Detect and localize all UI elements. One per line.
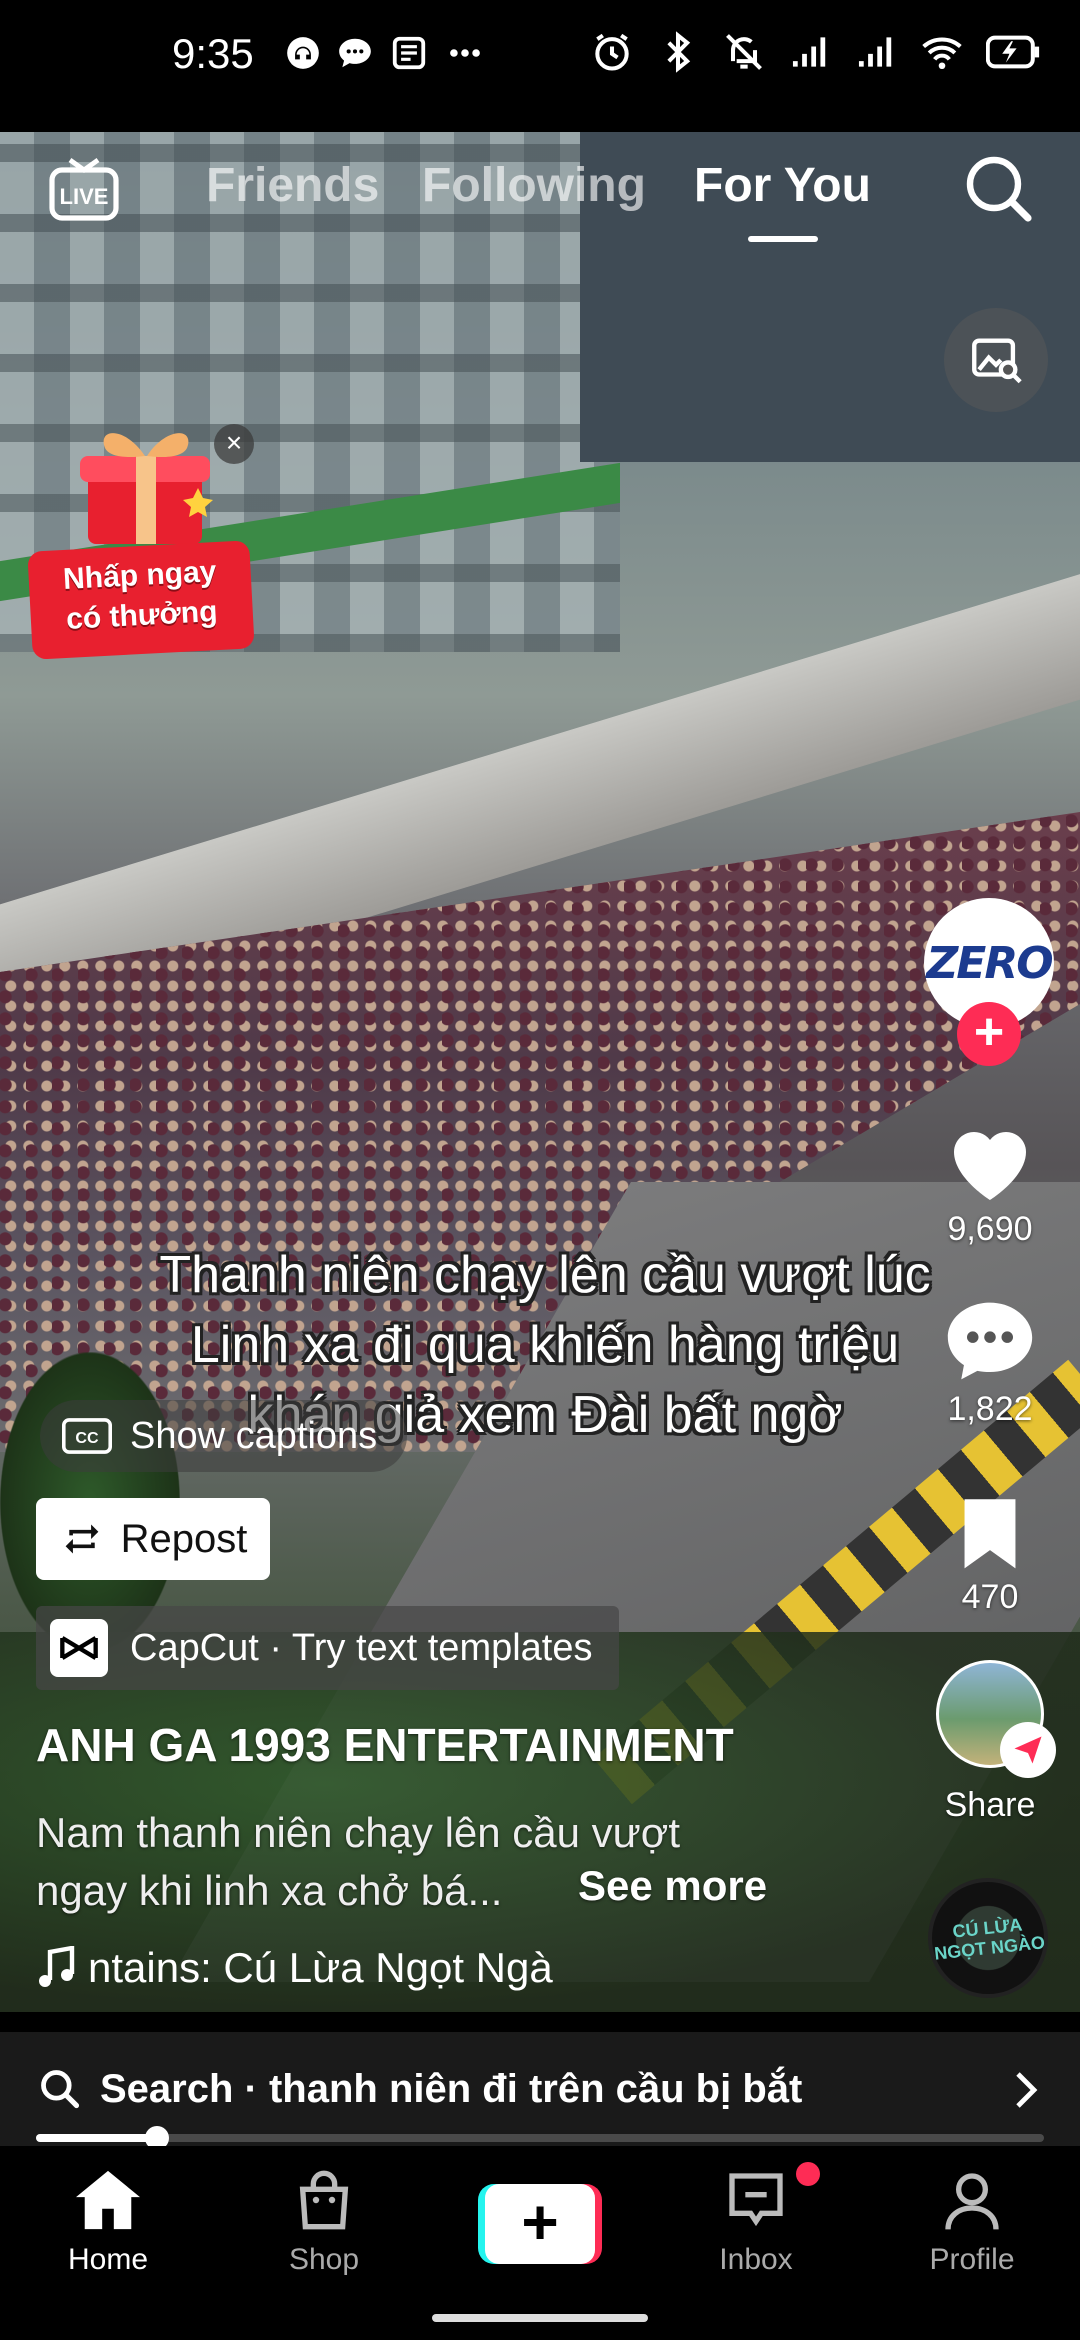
- music-disc-line2: NGỌT NGÀO: [932, 1932, 1046, 1964]
- music-disc[interactable]: CÚ LỪA NGỌT NGÀO: [928, 1878, 1048, 1998]
- status-bar: 9:35: [0, 0, 1080, 132]
- comment-count: 1,822: [947, 1390, 1033, 1428]
- music-note-icon: [39, 1946, 75, 1987]
- tab-for-you[interactable]: For You: [694, 158, 871, 213]
- video-progress-fill: [36, 2134, 157, 2142]
- bottom-nav: Home Shop + Inbox Profile: [0, 2146, 1080, 2340]
- sound-label: ntains: Cú Lừa Ngọt Ngà: [88, 1944, 553, 1991]
- capcut-template-link[interactable]: CapCut · Try text templates: [36, 1606, 619, 1690]
- signal-icon: [858, 37, 892, 67]
- battery-charging-icon: [986, 35, 1040, 69]
- share-label-wrap[interactable]: Share: [924, 1780, 1056, 1825]
- nav-home-label: Home: [67, 2243, 149, 2276]
- save-count: 470: [961, 1578, 1019, 1616]
- share-label: Share: [944, 1786, 1036, 1824]
- bookmark-icon: [964, 1499, 1016, 1569]
- sound-link[interactable]: ntains: Cú Lừa Ngọt Ngà: [36, 1944, 553, 1992]
- follow-button[interactable]: +: [957, 1002, 1021, 1066]
- tab-friends[interactable]: Friends: [206, 158, 379, 213]
- news-icon: [392, 36, 426, 70]
- nav-profile-label: Profile: [929, 2243, 1015, 2276]
- search-small-icon: [41, 2070, 80, 2109]
- show-captions-button[interactable]: CC Show captions: [40, 1400, 408, 1472]
- save-button[interactable]: 470: [924, 1492, 1056, 1617]
- like-button[interactable]: 9,690: [924, 1116, 1056, 1249]
- home-icon: [76, 2170, 140, 2230]
- related-search-text: Search · thanh niên đi trên cầu bị bắt: [100, 2066, 803, 2111]
- capcut-glyph-icon: [60, 1636, 98, 1660]
- share-arrow-icon: [1014, 1736, 1042, 1764]
- shopping-bag-icon: [299, 2170, 349, 2230]
- comment-bubble-icon: [947, 1302, 1033, 1380]
- comment-button[interactable]: 1,822: [924, 1298, 1056, 1429]
- creator-logo-text: ZERO: [926, 937, 1053, 989]
- svg-text:CC: CC: [75, 1429, 99, 1447]
- capcut-label: CapCut · Try text templates: [130, 1626, 593, 1669]
- status-right-icons: [590, 30, 1040, 74]
- music-disc-label: CÚ LỪA NGỌT NGÀO: [931, 1912, 1046, 1964]
- more-dots-icon: [450, 49, 480, 57]
- wifi-icon: [922, 37, 962, 70]
- chat-bubble-icon: [339, 38, 371, 68]
- search-icon[interactable]: [958, 148, 1038, 228]
- nav-shop[interactable]: Shop: [244, 2168, 404, 2277]
- active-tab-indicator: [748, 236, 818, 242]
- nav-profile[interactable]: Profile: [892, 2168, 1052, 2277]
- repost-button[interactable]: Repost: [36, 1498, 270, 1580]
- image-search-button[interactable]: [944, 308, 1048, 412]
- top-nav: LIVE Friends Following For You: [0, 140, 1080, 250]
- like-count: 9,690: [947, 1210, 1033, 1248]
- live-tv-icon[interactable]: LIVE: [44, 148, 124, 228]
- profile-icon: [945, 2173, 999, 2230]
- headset-icon: [287, 37, 319, 69]
- create-button[interactable]: +: [478, 2184, 602, 2264]
- nav-inbox-label: Inbox: [719, 2243, 793, 2276]
- share-badge[interactable]: [1000, 1722, 1056, 1778]
- gift-promo-banner: Nhấp ngay có thưởng: [27, 540, 255, 660]
- create-plus-icon: +: [485, 2184, 595, 2264]
- bell-off-icon: [726, 34, 762, 70]
- home-indicator[interactable]: [432, 2314, 648, 2322]
- live-label: LIVE: [60, 184, 109, 209]
- nav-shop-label: Shop: [288, 2243, 360, 2276]
- gift-box-icon: [80, 433, 213, 544]
- chevron-right-icon: [1016, 2072, 1038, 2108]
- image-search-icon: [972, 338, 1022, 384]
- show-captions-label: Show captions: [130, 1414, 378, 1457]
- status-time: 9:35: [172, 30, 254, 77]
- signal-icon: [792, 37, 826, 67]
- heart-icon: [954, 1132, 1026, 1200]
- see-more-link[interactable]: See more: [578, 1862, 767, 1910]
- inbox-icon: [729, 2173, 783, 2227]
- cc-icon: CC: [62, 1418, 112, 1454]
- inbox-notification-dot: [796, 2162, 820, 2186]
- author-name[interactable]: ANH GA 1993 ENTERTAINMENT: [36, 1718, 734, 1772]
- bluetooth-icon: [667, 31, 691, 73]
- tab-following[interactable]: Following: [422, 158, 646, 213]
- video-progress-bar[interactable]: [36, 2126, 1044, 2150]
- alarm-icon: [595, 33, 629, 71]
- gift-close-button[interactable]: ×: [214, 424, 254, 464]
- nav-home[interactable]: Home: [28, 2168, 188, 2277]
- repost-icon: [65, 1524, 98, 1554]
- capcut-logo-icon: [50, 1619, 108, 1677]
- repost-label: Repost: [120, 1516, 248, 1561]
- description-line1: Nam thanh niên chạy lên cầu vượt: [36, 1809, 681, 1856]
